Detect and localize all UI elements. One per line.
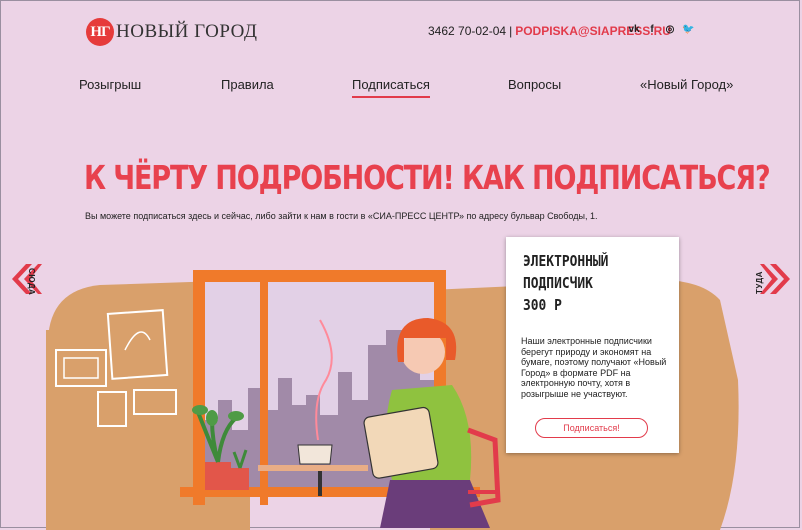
instagram-icon[interactable]: ◎: [664, 24, 676, 35]
card-description: Наши электронные подписчики берегут прир…: [521, 336, 667, 399]
main-nav: Розыгрыш Правила Подписаться Вопросы «Но…: [0, 77, 802, 98]
logo-mark: НГ: [86, 18, 114, 46]
chair-legs: [468, 490, 500, 494]
nav-item-subscribe[interactable]: Подписаться: [352, 77, 430, 98]
subscription-card: ЭЛЕКТРОННЫЙ ПОДПИСЧИК 300 Р Наши электро…: [506, 237, 679, 453]
vk-icon[interactable]: vk: [628, 24, 640, 35]
plant-pot: [205, 462, 231, 490]
card-title: ЭЛЕКТРОННЫЙ ПОДПИСЧИК 300 Р: [523, 250, 652, 316]
left-arrow-icon[interactable]: [6, 262, 42, 296]
card-price: 300 Р: [523, 296, 562, 314]
twitter-icon[interactable]: 🐦: [682, 24, 694, 35]
social-links: vk f ◎ 🐦: [628, 24, 694, 35]
nav-item-rules[interactable]: Правила: [221, 77, 274, 92]
nav-item-giveaway[interactable]: Розыгрыш: [79, 77, 141, 92]
contacts-separator: |: [509, 24, 513, 38]
tablet: [363, 406, 439, 479]
site-logo[interactable]: НГ НОВЫЙ ГОРОД: [86, 17, 257, 47]
facebook-icon[interactable]: f: [646, 24, 658, 35]
coffee-cup: [297, 444, 333, 465]
nav-item-newspaper[interactable]: «Новый Город»: [640, 77, 733, 92]
illustration: [46, 270, 739, 530]
page-subtitle: Вы можете подписаться здесь и сейчас, ли…: [85, 211, 598, 221]
page-title: К ЧЁРТУ ПОДРОБНОСТИ! КАК ПОДПИСАТЬСЯ?: [84, 158, 771, 197]
card-title-line1: ЭЛЕКТРОННЫЙ: [523, 252, 609, 270]
right-arrow-icon[interactable]: [760, 262, 796, 296]
card-title-line2: ПОДПИСЧИК: [523, 274, 593, 292]
table: [258, 465, 368, 471]
right-arrow-label[interactable]: ТУДА: [755, 271, 764, 294]
left-arrow-label[interactable]: СЮДА: [27, 268, 36, 295]
subscribe-button[interactable]: Подписаться!: [535, 418, 648, 438]
phone-number[interactable]: 3462 70-02-04: [428, 24, 506, 38]
logo-text: НОВЫЙ ГОРОД: [116, 21, 258, 42]
nav-item-questions[interactable]: Вопросы: [508, 77, 561, 92]
